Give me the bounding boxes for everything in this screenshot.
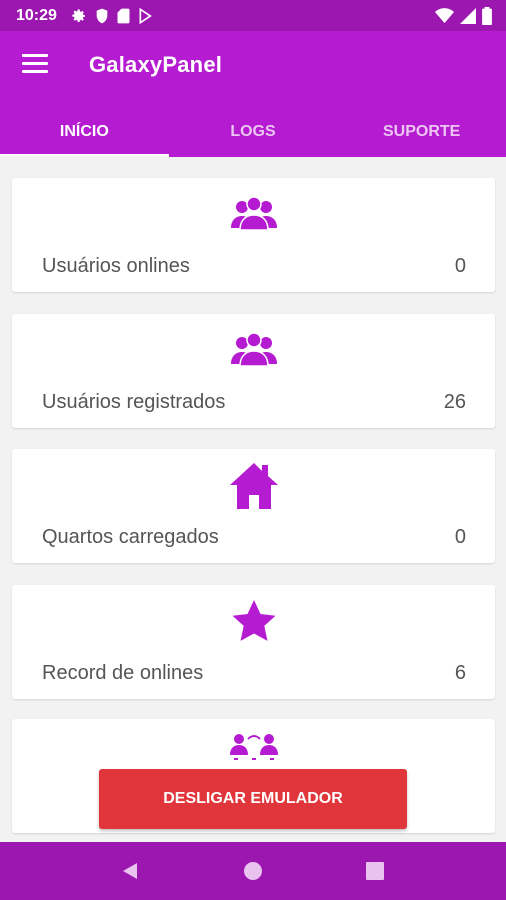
tab-inicio[interactable]: INÍCIO xyxy=(0,107,169,157)
cellular-signal-icon xyxy=(460,7,476,24)
app-bar: GalaxyPanel INÍCIO LOGS SUPORTE xyxy=(0,31,506,157)
card-value: 6 xyxy=(454,662,466,684)
card-online-record: Record de onlines 6 xyxy=(12,585,495,699)
star-icon xyxy=(232,600,275,641)
system-nav-bar xyxy=(0,842,506,900)
users-exchange-icon xyxy=(229,734,278,760)
settings-icon xyxy=(72,8,85,22)
battery-icon xyxy=(482,6,492,25)
status-time: 10:29 xyxy=(16,6,57,24)
card-value: 0 xyxy=(454,255,466,277)
card-label: Quartos carregados xyxy=(42,526,219,548)
play-store-icon xyxy=(139,7,152,24)
tab-logs[interactable]: LOGS xyxy=(169,107,338,157)
status-left-icons xyxy=(71,7,152,24)
wifi-icon xyxy=(435,7,454,23)
sd-card-icon xyxy=(117,8,130,23)
tab-bar: INÍCIO LOGS SUPORTE xyxy=(0,107,506,157)
users-group-icon xyxy=(230,196,277,231)
recents-icon[interactable] xyxy=(355,851,395,891)
card-registered-users: Usuários registrados 26 xyxy=(12,314,495,428)
card-label: Usuários registrados xyxy=(42,391,226,413)
card-loaded-rooms: Quartos carregados 0 xyxy=(12,449,495,563)
menu-icon[interactable] xyxy=(22,54,48,76)
card-value: 0 xyxy=(454,526,466,548)
home-circle-icon[interactable] xyxy=(233,851,273,891)
shield-icon xyxy=(96,8,108,23)
users-group-icon xyxy=(230,332,277,367)
card-online-users: Usuários onlines 0 xyxy=(12,178,495,292)
tab-suporte[interactable]: SUPORTE xyxy=(337,107,506,157)
stats-list: Usuários onlines 0 Usuários registrados … xyxy=(0,157,506,842)
home-icon xyxy=(229,463,278,509)
card-value: 26 xyxy=(443,391,466,413)
shutdown-emulator-button[interactable]: DESLIGAR EMULADOR xyxy=(99,769,407,829)
status-right-icons xyxy=(435,6,492,25)
card-label: Record de onlines xyxy=(42,662,204,684)
status-bar: 10:29 xyxy=(0,0,506,31)
back-icon[interactable] xyxy=(111,851,151,891)
app-title: GalaxyPanel xyxy=(89,52,223,77)
card-label: Usuários onlines xyxy=(42,255,190,277)
